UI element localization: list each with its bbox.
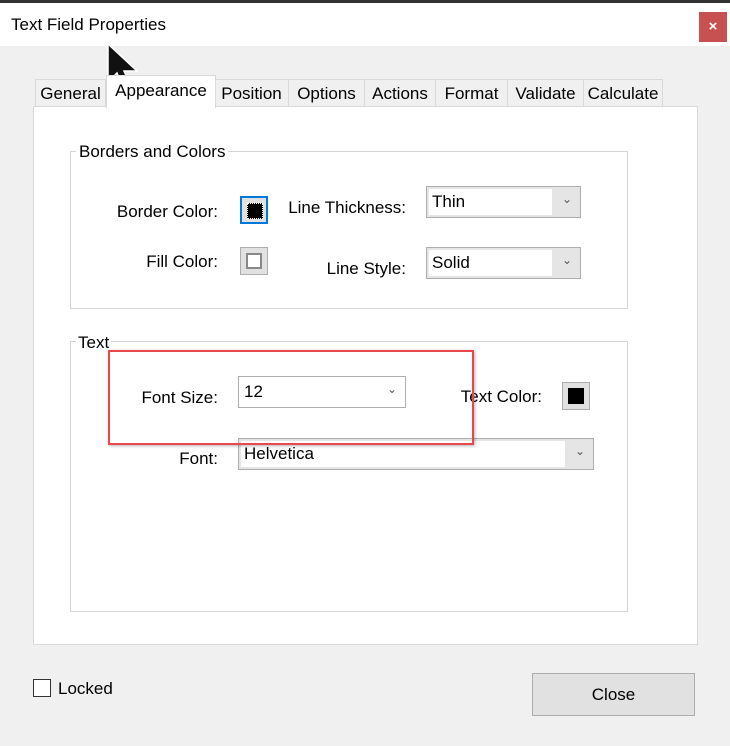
border-color-label: Border Color: — [116, 202, 218, 221]
tab-position[interactable]: Position — [214, 79, 289, 107]
tab-options[interactable]: Options — [288, 79, 365, 107]
line-style-select[interactable]: Solid ⌄ — [426, 247, 581, 279]
border-color-picker[interactable] — [240, 196, 268, 224]
borders-group — [70, 151, 628, 309]
chevron-down-icon: ⌄ — [574, 444, 585, 458]
text-legend: Text — [76, 333, 112, 353]
close-window-button[interactable]: × — [699, 12, 727, 42]
line-thickness-value: Thin — [429, 189, 552, 215]
highlight-annotation — [108, 350, 474, 445]
close-button[interactable]: Close — [532, 673, 695, 716]
line-style-label: Line Style: — [326, 259, 406, 278]
fill-color-label: Fill Color: — [146, 252, 218, 271]
borders-legend: Borders and Colors — [76, 142, 229, 162]
border-color-swatch — [247, 203, 263, 219]
text-color-swatch — [568, 388, 584, 404]
tab-validate[interactable]: Validate — [507, 79, 584, 107]
tab-actions[interactable]: Actions — [364, 79, 436, 107]
fill-color-swatch — [246, 253, 262, 269]
line-thickness-select[interactable]: Thin ⌄ — [426, 186, 581, 218]
font-label: Font: — [179, 449, 218, 468]
tab-appearance[interactable]: Appearance — [106, 75, 216, 108]
fill-color-picker[interactable] — [240, 247, 268, 275]
locked-label[interactable]: Locked — [58, 679, 113, 699]
line-style-value: Solid — [429, 250, 552, 276]
text-color-picker[interactable] — [562, 382, 590, 410]
line-thickness-label: Line Thickness: — [288, 198, 406, 217]
tab-calculate[interactable]: Calculate — [583, 79, 663, 107]
window-title: Text Field Properties — [11, 15, 166, 34]
tab-general[interactable]: General — [35, 79, 106, 107]
tab-format[interactable]: Format — [435, 79, 508, 107]
chevron-down-icon: ⌄ — [561, 192, 572, 206]
chevron-down-icon: ⌄ — [561, 253, 572, 267]
locked-checkbox[interactable] — [33, 679, 51, 697]
